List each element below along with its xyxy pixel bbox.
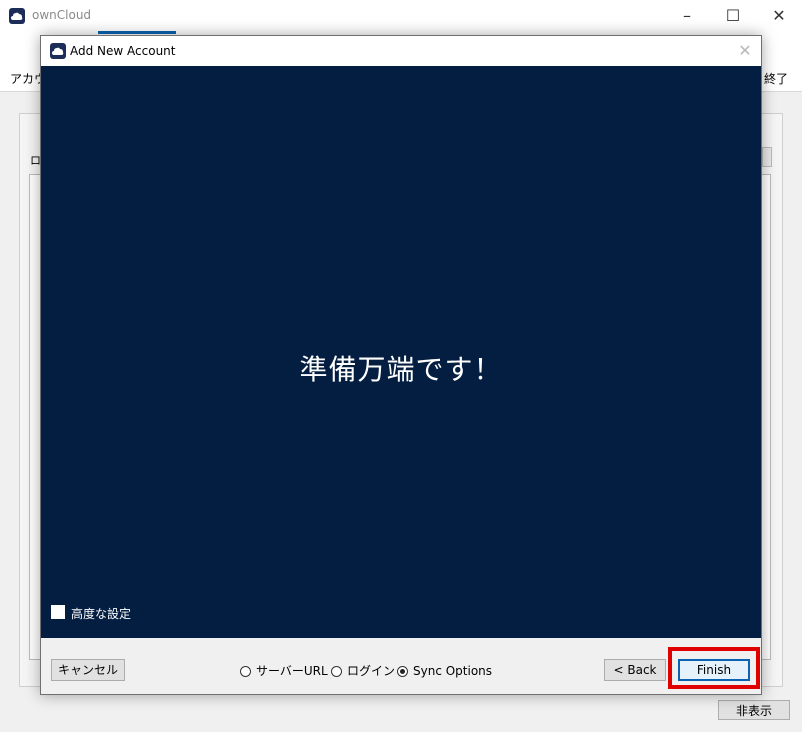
step-server-url[interactable]: サーバーURL — [240, 664, 328, 678]
panel-side-button[interactable] — [762, 147, 772, 167]
wizard-content: 準備万端です！ 高度な設定 — [41, 66, 761, 638]
back-button[interactable]: < Back — [604, 659, 666, 681]
owncloud-logo-icon — [50, 43, 66, 59]
dialog-title: Add New Account — [70, 44, 176, 58]
hide-button[interactable]: 非表示 — [718, 700, 790, 720]
radio-checked-icon[interactable] — [397, 666, 408, 677]
add-account-dialog: Add New Account ✕ 準備万端です！ 高度な設定 キャンセル サー… — [40, 35, 762, 695]
radio-icon[interactable] — [240, 666, 251, 677]
cancel-button[interactable]: キャンセル — [51, 659, 125, 681]
wizard-footer: キャンセル サーバーURL ログイン Sync Options < Back F… — [41, 638, 761, 694]
radio-icon[interactable] — [331, 666, 342, 677]
finish-highlight-box — [668, 647, 760, 689]
close-icon[interactable]: ✕ — [756, 0, 802, 31]
step-sync-options[interactable]: Sync Options — [397, 664, 492, 678]
active-tab-indicator — [98, 31, 176, 34]
main-window-title: ownCloud — [32, 8, 92, 22]
close-icon[interactable]: ✕ — [735, 41, 755, 61]
advanced-settings-checkbox[interactable] — [51, 605, 65, 619]
advanced-settings-label[interactable]: 高度な設定 — [71, 605, 131, 622]
step-label: ログイン — [347, 664, 396, 678]
dialog-titlebar: Add New Account ✕ — [41, 36, 761, 66]
maximize-icon[interactable]: ☐ — [710, 0, 756, 31]
step-login[interactable]: ログイン — [331, 664, 395, 678]
owncloud-logo-icon — [9, 8, 25, 24]
step-label: サーバーURL — [256, 664, 328, 678]
toolbar-quit-label[interactable]: 終了 — [764, 70, 788, 87]
step-label: Sync Options — [413, 664, 493, 678]
minimize-icon[interactable]: – — [664, 0, 710, 31]
main-titlebar: ownCloud – ☐ ✕ — [0, 0, 802, 31]
ready-headline: 準備万端です！ — [299, 353, 503, 386]
